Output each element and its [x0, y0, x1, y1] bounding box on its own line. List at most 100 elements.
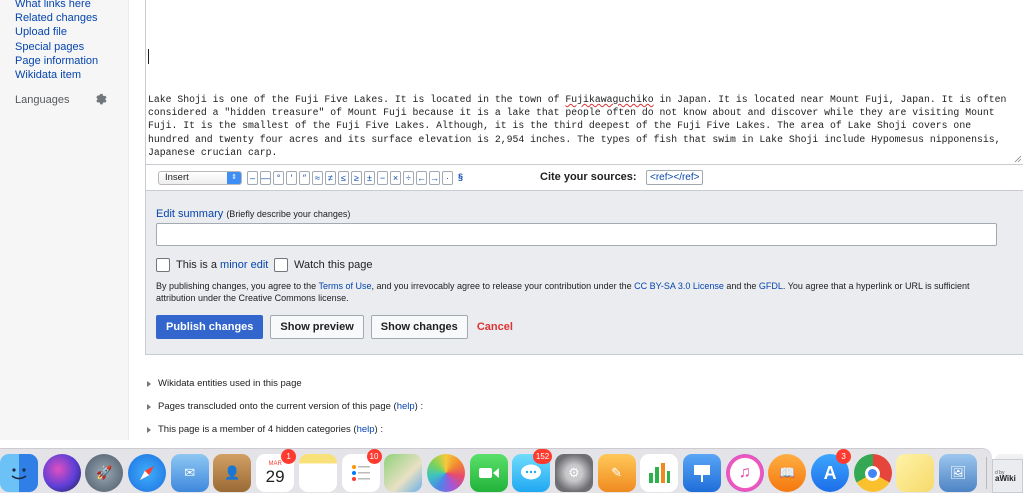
itunes-icon[interactable]: ♫ — [725, 454, 764, 492]
sidebar-link-related-changes[interactable]: Related changes — [15, 12, 98, 24]
maps-icon[interactable] — [384, 454, 423, 492]
text-caret — [148, 49, 149, 64]
publish-changes-button[interactable]: Publish changes — [156, 315, 264, 339]
minor-edit-prefix: This is a — [176, 259, 217, 271]
hidden-categories-toggle[interactable]: This page is a member of 4 hidden catego… — [147, 424, 423, 436]
keynote-icon[interactable] — [683, 454, 721, 492]
stickies-icon[interactable] — [896, 454, 935, 492]
edit-options-panel: Edit summary (Briefly describe your chan… — [145, 191, 1023, 355]
edit-summary-link[interactable]: Edit summary — [156, 208, 223, 220]
char-greater-equal[interactable]: ≥ — [351, 171, 362, 185]
show-changes-button[interactable]: Show changes — [370, 315, 468, 339]
watch-page-label[interactable]: Watch this page — [294, 259, 372, 271]
numbers-icon[interactable] — [640, 454, 679, 492]
sidebar-link-special-pages[interactable]: Special pages — [15, 41, 84, 53]
calendar-day: 29 — [265, 466, 285, 486]
sidebar-link-page-information[interactable]: Page information — [15, 55, 98, 67]
cite-ref-button[interactable]: <ref></ref> — [646, 170, 704, 185]
contacts-icon[interactable]: 👤 — [213, 454, 252, 492]
templates-info-list: Wikidata entities used in this page Page… — [147, 378, 423, 447]
messages-icon[interactable]: 152 — [512, 449, 553, 492]
watch-page-checkbox[interactable] — [274, 258, 288, 272]
calendar-badge: 1 — [281, 449, 297, 464]
resize-handle-icon[interactable] — [1014, 155, 1022, 163]
editor-text-before: Lake Shoji is one of the Fuji Five Lakes… — [148, 94, 566, 105]
show-preview-button[interactable]: Show preview — [270, 315, 364, 339]
messages-badge: 152 — [532, 449, 553, 464]
reminders-badge: 10 — [366, 449, 382, 464]
char-plus-minus[interactable]: ± — [364, 171, 375, 185]
facetime-icon[interactable] — [469, 454, 508, 492]
char-times[interactable]: × — [390, 171, 401, 185]
char-en-dash[interactable]: – — [247, 171, 258, 185]
select-arrows-icon: ⇕ — [227, 172, 241, 184]
char-double-prime[interactable]: ″ — [299, 171, 310, 185]
char-em-dash[interactable]: — — [260, 171, 271, 185]
edit-summary-label: Edit summary (Briefly describe your chan… — [156, 208, 350, 220]
wikitext-editor[interactable]: Lake Shoji is one of the Fuji Five Lakes… — [145, 0, 1023, 165]
char-minus[interactable]: − — [377, 171, 388, 185]
wikidata-entities-toggle[interactable]: Wikidata entities used in this page — [147, 378, 423, 390]
char-not-equal[interactable]: ≠ — [325, 171, 336, 185]
pages-transcluded-label: Pages transcluded onto the current versi… — [158, 401, 397, 412]
preview-icon[interactable]: 🖼 — [939, 454, 978, 492]
safari-icon[interactable] — [128, 454, 167, 492]
minor-edit-link[interactable]: minor edit — [220, 259, 268, 271]
license-text-3: and the — [723, 281, 759, 291]
char-middle-dot[interactable]: · — [442, 171, 453, 185]
misspelled-word[interactable]: Fujikawaguchiko — [565, 94, 653, 105]
char-prime[interactable]: ′ — [286, 171, 297, 185]
notes-icon[interactable] — [298, 454, 337, 492]
cite-sources-label: Cite your sources: — [540, 171, 637, 183]
books-icon[interactable]: 📖 — [768, 454, 807, 492]
hidden-categories-suffix: ) : — [374, 424, 383, 435]
help-link[interactable]: help — [397, 401, 415, 413]
license-text-2: , and you irrevocably agree to release y… — [371, 281, 635, 291]
gfdl-link[interactable]: GFDL — [759, 281, 783, 291]
calendar-icon[interactable]: MAR 29 1 — [256, 449, 297, 492]
expand-triangle-icon — [147, 427, 151, 433]
pages-transcluded-suffix: ) : — [414, 401, 424, 412]
finder-icon[interactable] — [0, 454, 38, 492]
char-less-equal[interactable]: ≤ — [338, 171, 349, 185]
system-preferences-icon[interactable]: ⚙ — [554, 454, 593, 492]
license-text-1: By publishing changes, you agree to the — [156, 281, 319, 291]
char-degree[interactable]: ° — [273, 171, 284, 185]
char-divide[interactable]: ÷ — [403, 171, 414, 185]
editor-text[interactable]: Lake Shoji is one of the Fuji Five Lakes… — [148, 93, 1010, 159]
launchpad-icon[interactable]: 🚀 — [85, 454, 124, 492]
character-list: – — ° ′ ″ ≈ ≠ ≤ ≥ ± − × ÷ ← → · § — [247, 171, 466, 185]
special-characters-toolbar: Insert ⇕ – — ° ′ ″ ≈ ≠ ≤ ≥ ± − × ÷ ← → ·… — [145, 165, 1023, 191]
minor-edit-checkbox[interactable] — [156, 258, 170, 272]
sidebar-link-upload-file[interactable]: Upload file — [15, 26, 67, 38]
cc-by-sa-link[interactable]: CC BY-SA 3.0 License — [634, 281, 724, 291]
reminders-icon[interactable]: 10 — [341, 449, 382, 492]
license-notice: By publishing changes, you agree to the … — [156, 280, 1006, 304]
app-store-badge: 3 — [836, 449, 852, 464]
gear-icon[interactable] — [94, 92, 108, 106]
dock: 🚀 ✉ 👤 MAR 29 1 10 152 ⚙ ✎ ♫ 📖 A 3 🖼 — [0, 440, 1023, 493]
cancel-link[interactable]: Cancel — [477, 321, 513, 333]
terms-of-use-link[interactable]: Terms of Use — [318, 281, 371, 291]
char-section[interactable]: § — [455, 171, 466, 185]
sidebar-link-wikidata-item[interactable]: Wikidata item — [15, 69, 81, 81]
mail-icon[interactable]: ✉ — [170, 454, 209, 492]
char-right-arrow[interactable]: → — [429, 171, 440, 185]
dock-icons: 🚀 ✉ 👤 MAR 29 1 10 152 ⚙ ✎ ♫ 📖 A 3 🖼 — [0, 449, 1023, 492]
insert-select[interactable]: Insert ⇕ — [158, 171, 242, 185]
watch-page-row: Watch this page — [274, 258, 372, 272]
pages-icon[interactable]: ✎ — [597, 454, 636, 492]
edit-summary-input[interactable] — [156, 223, 997, 246]
pages-transcluded-toggle[interactable]: Pages transcluded onto the current versi… — [147, 401, 423, 413]
char-left-arrow[interactable]: ← — [416, 171, 427, 185]
sidebar: What links here Related changes Upload f… — [0, 0, 128, 440]
char-approx[interactable]: ≈ — [312, 171, 323, 185]
powered-by-mediawiki-badge[interactable]: d by aWiki — [992, 459, 1023, 493]
photos-icon[interactable] — [426, 454, 465, 492]
help-link[interactable]: help — [357, 424, 375, 436]
sidebar-tools-list: What links here Related changes Upload f… — [15, 0, 98, 82]
sidebar-link-what-links-here[interactable]: What links here — [15, 0, 91, 10]
app-store-icon[interactable]: A 3 — [811, 449, 852, 492]
chrome-icon[interactable] — [853, 454, 892, 492]
siri-icon[interactable] — [42, 454, 81, 492]
